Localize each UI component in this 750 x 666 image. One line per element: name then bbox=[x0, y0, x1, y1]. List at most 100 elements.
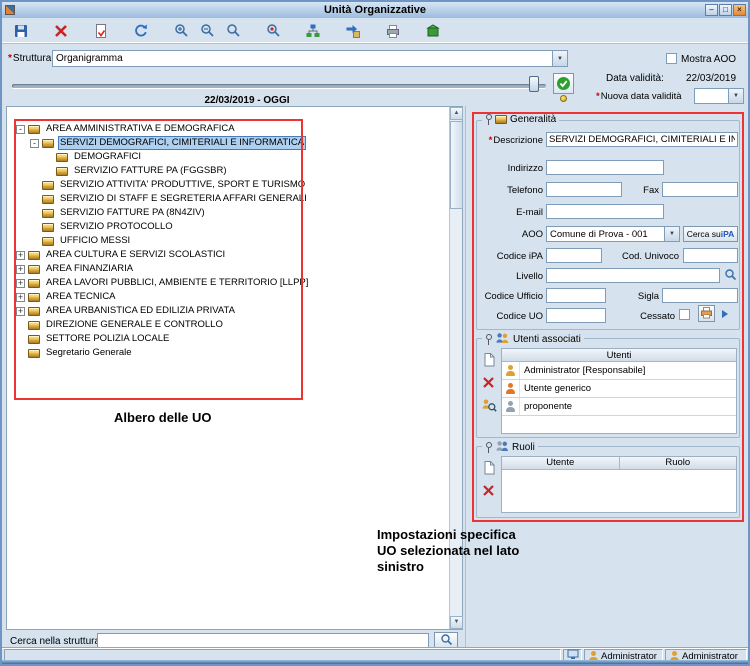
tree-row[interactable]: AREA URBANISTICA ED EDILIZIA PRIVATA bbox=[14, 304, 444, 318]
remove-user-icon[interactable] bbox=[480, 374, 497, 391]
tree-row[interactable]: UFFICIO MESSI bbox=[14, 234, 444, 248]
chevron-down-icon[interactable] bbox=[728, 89, 743, 103]
telefono-input[interactable] bbox=[546, 182, 622, 197]
print-icon[interactable] bbox=[380, 20, 406, 42]
indirizzo-label: Indirizzo bbox=[477, 163, 543, 174]
new-user-icon[interactable] bbox=[480, 351, 497, 368]
zoom-icon[interactable] bbox=[220, 20, 246, 42]
cessato-checkbox[interactable] bbox=[679, 309, 690, 320]
tree-row[interactable]: AREA CULTURA E SERVIZI SCOLASTICI bbox=[14, 248, 444, 262]
ruoli-col-utente[interactable]: Utente bbox=[502, 457, 620, 469]
utente-row[interactable]: Administrator [Responsabile] bbox=[502, 362, 736, 380]
tree-row[interactable]: AREA TECNICA bbox=[14, 290, 444, 304]
cod-univoco-input[interactable] bbox=[683, 248, 738, 263]
users-icon bbox=[495, 332, 510, 347]
org-tree-icon[interactable] bbox=[300, 20, 326, 42]
find-user-icon[interactable] bbox=[480, 397, 497, 414]
tree-row[interactable]: SERVIZIO ATTIVITA' PRODUTTIVE, SPORT E T… bbox=[14, 178, 444, 192]
pin-icon[interactable] bbox=[485, 114, 492, 125]
minimize-button-icon[interactable] bbox=[705, 4, 718, 16]
sigla-input[interactable] bbox=[662, 288, 738, 303]
tree-item-label: SERVIZIO FATTURE PA (FGGSBR) bbox=[72, 165, 229, 177]
chevron-down-icon[interactable] bbox=[552, 51, 567, 66]
delete-icon[interactable] bbox=[48, 20, 74, 42]
tree-item-label: AREA CULTURA E SERVIZI SCOLASTICI bbox=[44, 249, 227, 261]
tree-row[interactable]: Segretario Generale bbox=[14, 346, 444, 360]
toolbar bbox=[2, 18, 748, 44]
email-label: E-mail bbox=[477, 207, 543, 218]
indirizzo-input[interactable] bbox=[546, 160, 664, 175]
zoom-out-icon[interactable] bbox=[194, 20, 220, 42]
tree-row[interactable]: AREA LAVORI PUBBLICI, AMBIENTE E TERRITO… bbox=[14, 276, 444, 290]
tree-row[interactable]: SERVIZIO FATTURE PA (FGGSBR) bbox=[14, 164, 444, 178]
uo-folder-icon bbox=[28, 279, 40, 288]
ruoli-table-header: Utente Ruolo bbox=[502, 457, 736, 470]
tree-row[interactable]: SERVIZI DEMOGRAFICI, CIMITERIALI E INFOR… bbox=[14, 136, 444, 150]
mostra-aoo-checkbox[interactable] bbox=[666, 53, 677, 64]
uo-folder-icon bbox=[56, 167, 68, 176]
refresh-icon[interactable] bbox=[128, 20, 154, 42]
window-title: Unità Organizzative bbox=[324, 4, 426, 16]
search-node-icon[interactable] bbox=[260, 20, 286, 42]
codice-ufficio-input[interactable] bbox=[546, 288, 606, 303]
save-icon[interactable] bbox=[8, 20, 34, 42]
pin-icon[interactable] bbox=[485, 442, 492, 453]
collapse-toggle-icon[interactable] bbox=[16, 125, 25, 134]
tree-row[interactable]: DIREZIONE GENERALE E CONTROLLO bbox=[14, 318, 444, 332]
collapse-toggle-icon[interactable] bbox=[30, 139, 39, 148]
sigla-label: Sigla bbox=[625, 291, 659, 302]
codice-ipa-input[interactable] bbox=[546, 248, 602, 263]
expand-arrow-icon[interactable] bbox=[722, 310, 728, 318]
chevron-down-icon[interactable] bbox=[664, 227, 679, 241]
tree-row[interactable]: SERVIZIO FATTURE PA (8N4ZIV) bbox=[14, 206, 444, 220]
expand-toggle-icon[interactable] bbox=[16, 307, 25, 316]
descrizione-input[interactable] bbox=[546, 132, 738, 147]
tree-row[interactable]: AREA AMMINISTRATIVA E DEMOGRAFICA bbox=[14, 122, 444, 136]
cerca-ipa-button[interactable]: Cerca su iPA bbox=[683, 226, 738, 242]
codice-uo-input[interactable] bbox=[546, 308, 606, 323]
date-slider-track[interactable] bbox=[12, 84, 546, 88]
date-slider-thumb[interactable] bbox=[529, 76, 539, 92]
struttura-combobox[interactable]: Organigramma bbox=[52, 50, 568, 67]
descrizione-label: *Descrizione bbox=[477, 135, 543, 146]
fax-label: Fax bbox=[625, 185, 659, 196]
scroll-down-icon[interactable] bbox=[450, 616, 463, 629]
expand-toggle-icon[interactable] bbox=[16, 279, 25, 288]
confirm-date-button[interactable] bbox=[553, 73, 574, 94]
zoom-in-icon[interactable] bbox=[168, 20, 194, 42]
tree-row[interactable]: SERVIZIO DI STAFF E SEGRETERIA AFFARI GE… bbox=[14, 192, 444, 206]
package-icon[interactable] bbox=[420, 20, 446, 42]
tree-row[interactable]: DEMOGRAFICI bbox=[14, 150, 444, 164]
utente-row[interactable]: proponente bbox=[502, 398, 736, 416]
new-role-icon[interactable] bbox=[480, 459, 497, 476]
tree-item-label: DEMOGRAFICI bbox=[72, 151, 143, 163]
livello-search-button[interactable] bbox=[722, 267, 739, 284]
utente-name: Administrator [Responsabile] bbox=[520, 365, 645, 376]
expand-toggle-icon[interactable] bbox=[16, 265, 25, 274]
expand-toggle-icon[interactable] bbox=[16, 293, 25, 302]
tree-row[interactable]: SERVIZIO PROTOCOLLO bbox=[14, 220, 444, 234]
expand-toggle-icon[interactable] bbox=[16, 251, 25, 260]
print-uo-button[interactable] bbox=[698, 305, 715, 322]
uo-folder-icon bbox=[42, 237, 54, 246]
email-input[interactable] bbox=[546, 204, 664, 219]
tree-row[interactable]: AREA FINANZIARIA bbox=[14, 262, 444, 276]
import-icon[interactable] bbox=[340, 20, 366, 42]
tree-item-label: Segretario Generale bbox=[44, 347, 134, 359]
remove-role-icon[interactable] bbox=[480, 482, 497, 499]
aoo-combobox[interactable]: Comune di Prova - 001 bbox=[546, 226, 680, 242]
utente-row[interactable]: Utente generico bbox=[502, 380, 736, 398]
scrollbar-thumb[interactable] bbox=[450, 121, 463, 209]
fax-input[interactable] bbox=[662, 182, 738, 197]
tree-row[interactable]: SETTORE POLIZIA LOCALE bbox=[14, 332, 444, 346]
pin-icon[interactable] bbox=[485, 334, 492, 345]
livello-input[interactable] bbox=[546, 268, 720, 283]
uo-folder-icon bbox=[42, 223, 54, 232]
ruoli-col-ruolo[interactable]: Ruolo bbox=[620, 457, 737, 469]
validate-doc-icon[interactable] bbox=[88, 20, 114, 42]
scroll-up-icon[interactable] bbox=[450, 107, 463, 120]
close-button-icon[interactable] bbox=[733, 4, 746, 16]
search-input[interactable] bbox=[97, 633, 429, 648]
nuova-data-combobox[interactable] bbox=[694, 88, 744, 104]
maximize-button-icon[interactable] bbox=[719, 4, 732, 16]
